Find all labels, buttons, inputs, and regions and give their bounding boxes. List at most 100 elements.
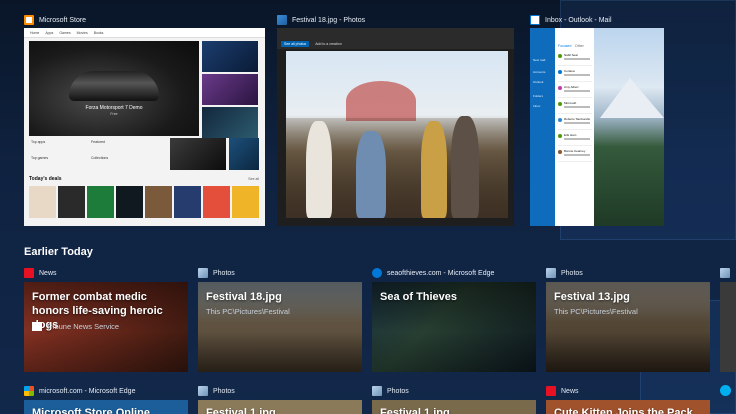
timeline-card[interactable]: Festival 13.jpg This PC\Pictures\Festiva…: [546, 282, 710, 372]
timeline-card[interactable]: Former combat medic honors life-saving h…: [24, 282, 188, 372]
photos-window-thumbnail[interactable]: Festival 18.jpg - Photos See all photos …: [277, 12, 514, 226]
store-link-collections[interactable]: Collections: [91, 156, 108, 160]
card-title: Festival 13.jpg: [554, 291, 630, 303]
card-subtitle: Tribune News Service: [46, 322, 120, 331]
timeline-card[interactable]: Microsoft Store Online: [24, 400, 188, 414]
store-window-thumbnail[interactable]: Microsoft Store Home Apps Games Movies B…: [24, 12, 265, 226]
card-title: Sea of Thieves: [380, 291, 458, 303]
person-figure: [306, 121, 332, 218]
store-hero-subtitle: Free: [110, 112, 118, 116]
mail-preview: [564, 138, 590, 140]
person-figure: [356, 131, 386, 218]
mountain-shape: [600, 78, 664, 118]
store-deal-tile[interactable]: [145, 186, 172, 218]
mail-preview: [564, 106, 590, 108]
store-promo-tile[interactable]: [202, 107, 258, 138]
mail-row[interactable]: Bonnie Kearney: [558, 148, 592, 162]
store-deal-tile[interactable]: [58, 186, 85, 218]
mail-sender: Erik Ham: [564, 133, 577, 137]
mail-row[interactable]: Microsoft: [558, 100, 592, 114]
add-to-creation-button[interactable]: Add to a creation: [315, 42, 341, 46]
see-all-photos-button[interactable]: See all photos: [281, 40, 310, 47]
photos-icon: [372, 386, 382, 396]
timeline-card[interactable]: [720, 282, 736, 372]
avatar: [558, 54, 562, 58]
mail-window-thumbnail[interactable]: Inbox - Outlook - Mail New mail Accounts…: [530, 12, 664, 226]
photos-window-title: Festival 18.jpg - Photos: [292, 16, 366, 24]
timeline-card[interactable]: Festival 1.jpg: [198, 400, 362, 414]
store-link-top-apps[interactable]: Top apps: [31, 140, 45, 144]
store-hero-banner[interactable]: Forza Motorsport 7 Demo Free: [29, 41, 199, 136]
mail-sender: Nabil Seal: [564, 53, 578, 57]
store-deal-tile[interactable]: [87, 186, 114, 218]
store-promo-tile[interactable]: [202, 41, 258, 72]
store-nav-games[interactable]: Games: [59, 31, 70, 35]
store-game-tile[interactable]: [229, 138, 259, 170]
store-vr-tile[interactable]: [170, 138, 226, 170]
outlook-account[interactable]: Outlook: [533, 80, 543, 84]
card-app-header: Photos: [198, 267, 235, 279]
card-subtitle: This PC\Pictures\Festival: [206, 307, 290, 316]
avatar: [558, 134, 562, 138]
store-deal-tile[interactable]: [203, 186, 230, 218]
mail-row[interactable]: Amy Albert: [558, 84, 592, 98]
photos-icon: [720, 268, 730, 278]
card-app-header: microsoft.com - Microsoft Edge: [24, 385, 135, 397]
card-app-header: Photos: [198, 385, 235, 397]
focused-tab[interactable]: Focused: [558, 44, 571, 48]
mail-sender: Amy Albert: [564, 85, 579, 89]
card-app-name: News: [561, 387, 579, 395]
card-title: Microsoft Store Online: [32, 407, 150, 414]
store-link-top-games[interactable]: Top games: [31, 156, 48, 160]
store-link-featured[interactable]: Featured: [91, 140, 105, 144]
store-deals-heading: Today's deals: [29, 176, 62, 182]
store-promo-tile[interactable]: [202, 74, 258, 105]
store-deal-tile[interactable]: [232, 186, 259, 218]
photos-window-content: See all photos Add to a creation: [277, 28, 514, 226]
timeline-card[interactable]: Festival 18.jpg This PC\Pictures\Festiva…: [198, 282, 362, 372]
store-window-header: Microsoft Store: [24, 12, 265, 28]
store-see-all-link[interactable]: See all: [248, 177, 259, 181]
store-deal-tile[interactable]: [174, 186, 201, 218]
new-mail-button[interactable]: New mail: [533, 58, 545, 62]
store-deal-tile[interactable]: [29, 186, 56, 218]
avatar: [558, 70, 562, 74]
photos-icon: [198, 386, 208, 396]
store-nav-apps[interactable]: Apps: [45, 31, 53, 35]
inbox-folder[interactable]: Inbox: [533, 104, 540, 108]
photos-icon: [277, 15, 287, 25]
photos-window-header: Festival 18.jpg - Photos: [277, 12, 514, 28]
timeline-card[interactable]: Festival 1.jpg: [372, 400, 536, 414]
mail-row[interactable]: Erik Ham: [558, 132, 592, 146]
mail-preview: [564, 74, 590, 76]
card-app-header: [720, 267, 730, 279]
avatar: [558, 86, 562, 90]
card-title: Cute Kitten Joins the Pack of: [554, 407, 693, 414]
store-nav-home[interactable]: Home: [30, 31, 39, 35]
card-app-header: seaofthieves.com - Microsoft Edge: [372, 267, 494, 279]
timeline-card[interactable]: Sea of Thieves: [372, 282, 536, 372]
mail-sender: Bonnie Kearney: [564, 149, 586, 153]
card-title: Festival 18.jpg: [206, 291, 282, 303]
edge-icon: [372, 268, 382, 278]
store-hero-title: Forza Motorsport 7 Demo: [85, 105, 143, 111]
mail-sender: Roberto Tamburello: [564, 117, 591, 121]
card-app-name: Photos: [387, 387, 409, 395]
mail-preview: [564, 154, 590, 156]
timeline-card[interactable]: Cute Kitten Joins the Pack of: [546, 400, 710, 414]
mail-sender: Microsoft: [564, 101, 577, 105]
mail-row[interactable]: Nabil Seal: [558, 52, 592, 66]
store-deal-tile[interactable]: [116, 186, 143, 218]
news-icon: [546, 386, 556, 396]
mail-row[interactable]: Cortana: [558, 68, 592, 82]
stage-canopy: [346, 81, 416, 121]
avatar: [558, 150, 562, 154]
other-tab[interactable]: Other: [575, 44, 584, 48]
mail-sender: Cortana: [564, 69, 575, 73]
photos-icon: [546, 268, 556, 278]
folders-label: Folders: [533, 94, 544, 98]
photos-toolbar: See all photos Add to a creation: [277, 38, 514, 49]
store-nav-books[interactable]: Books: [94, 31, 104, 35]
mail-row[interactable]: Roberto Tamburello: [558, 116, 592, 130]
store-nav-movies[interactable]: Movies: [77, 31, 88, 35]
